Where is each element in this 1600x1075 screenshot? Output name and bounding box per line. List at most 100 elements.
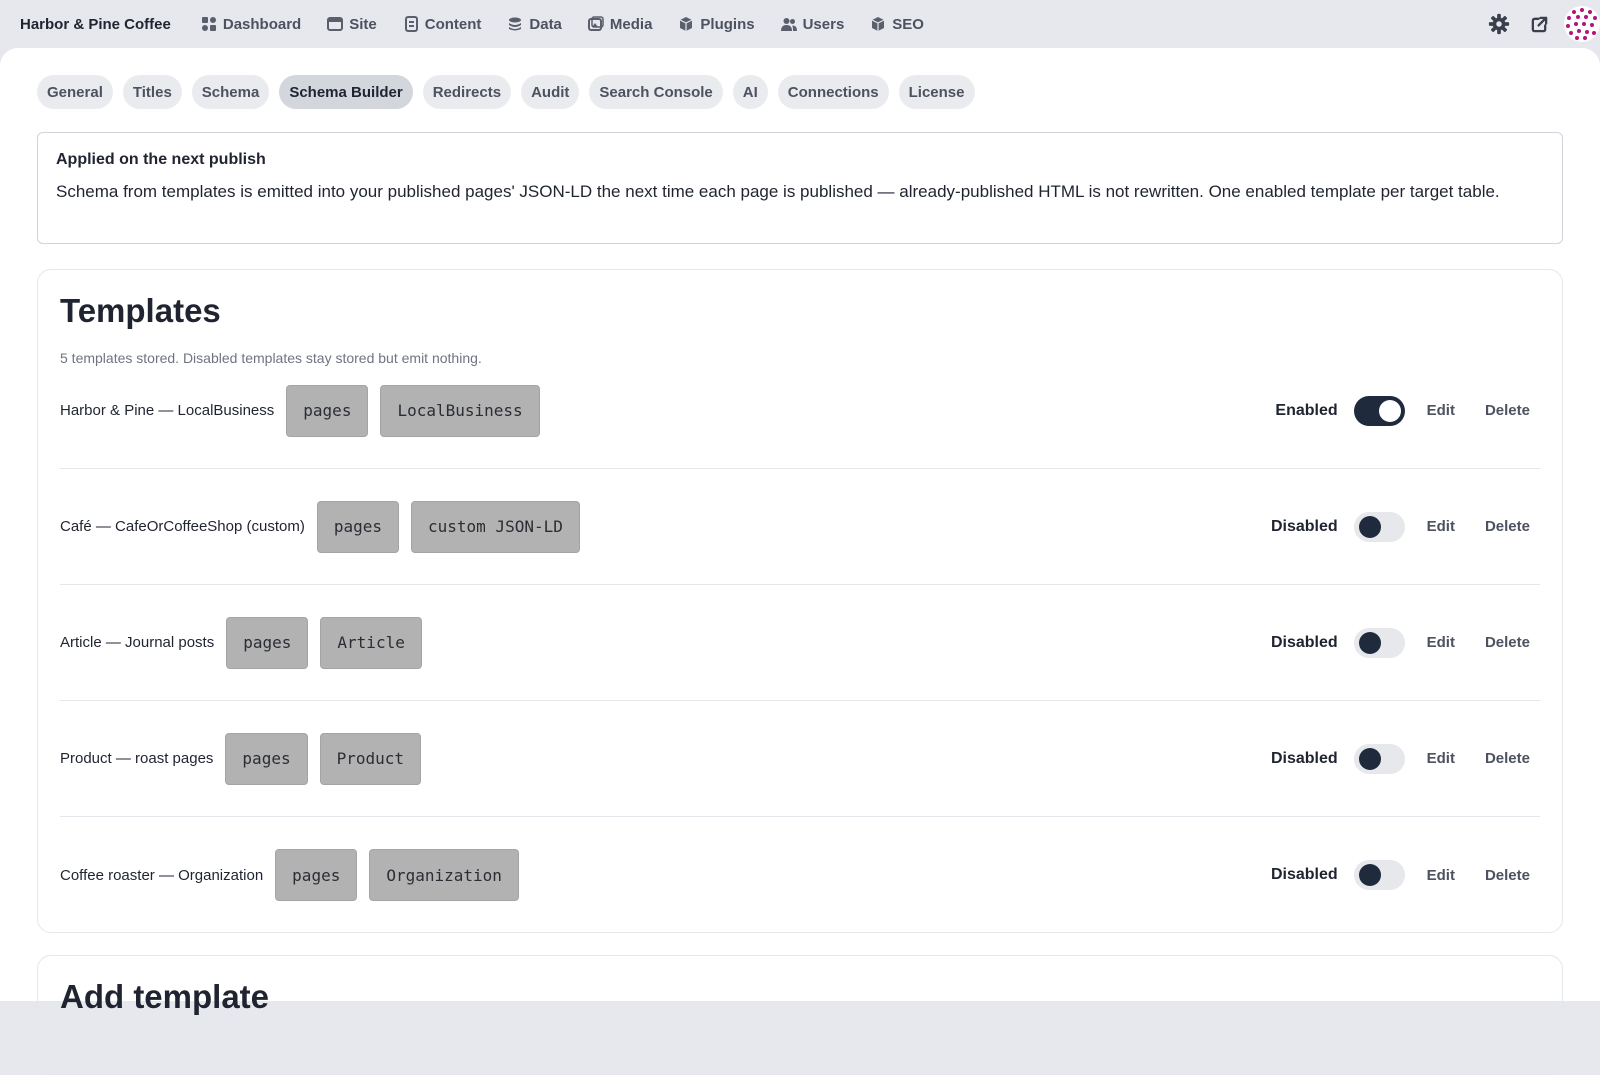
content-icon [404, 16, 418, 32]
delete-button[interactable]: Delete [1485, 518, 1530, 535]
nav-label: Users [802, 15, 845, 33]
nav-label: Dashboard [222, 15, 302, 33]
nav-item-data[interactable]: Data [507, 16, 562, 33]
external-link-icon[interactable] [1528, 13, 1550, 35]
publish-notice: Applied on the next publish Schema from … [37, 132, 1563, 244]
add-template-card: Add template [37, 955, 1563, 1075]
templates-card: Templates 5 templates stored. Disabled t… [37, 269, 1563, 933]
schema-type-chip: custom JSON-LD [411, 500, 580, 553]
edit-button[interactable]: Edit [1427, 634, 1455, 651]
template-name: Product — roast pages [60, 750, 214, 767]
add-template-title: Add template [60, 978, 270, 1015]
row-actions: Disabled Edit Delete [1258, 701, 1540, 816]
delete-button[interactable]: Delete [1485, 867, 1530, 884]
status-label: Disabled [1270, 633, 1338, 651]
edit-button[interactable]: Edit [1427, 402, 1455, 419]
template-row: Coffee roaster — Organization pages Orga… [60, 817, 1540, 933]
toggle-knob [1358, 515, 1381, 538]
tab-license[interactable]: License [898, 75, 975, 109]
target-table-chip: pages [225, 732, 308, 785]
toggle-knob [1358, 631, 1381, 654]
plugin-icon [680, 17, 693, 31]
schema-type-chip: LocalBusiness [380, 384, 540, 437]
template-name: Article — Journal posts [60, 634, 215, 651]
template-row: Product — roast pages pages Product Disa… [60, 701, 1540, 817]
main-panel: General Titles Schema Schema Builder Red… [0, 48, 1600, 1075]
target-table-chip: pages [286, 384, 369, 437]
database-icon [509, 17, 522, 31]
template-name: Café — CafeOrCoffeeShop (custom) [60, 518, 305, 535]
delete-button[interactable]: Delete [1485, 402, 1530, 419]
tab-titles[interactable]: Titles [122, 75, 182, 109]
toggle-knob [1358, 864, 1381, 886]
edit-button[interactable]: Edit [1427, 867, 1455, 884]
tab-schema-builder[interactable]: Schema Builder [279, 75, 413, 109]
tab-ai[interactable]: AI [732, 75, 768, 109]
nav-label: Data [529, 15, 562, 33]
edit-button[interactable]: Edit [1427, 750, 1455, 767]
tab-audit[interactable]: Audit [521, 75, 580, 109]
nav-label: SEO [892, 15, 924, 33]
seo-icon [872, 17, 885, 31]
row-actions: Disabled Edit Delete [1258, 585, 1540, 700]
delete-button[interactable]: Delete [1485, 750, 1530, 767]
main-nav: Dashboard Site Content Data Media Plugin… [201, 16, 924, 33]
enabled-toggle[interactable] [1353, 860, 1405, 890]
schema-type-chip: Article [320, 616, 422, 669]
nav-item-site[interactable]: Site [327, 16, 377, 33]
target-table-chip: pages [226, 616, 309, 669]
template-name: Coffee roaster — Organization [60, 866, 264, 884]
enabled-toggle[interactable] [1353, 743, 1405, 774]
target-table-chip: pages [316, 500, 399, 553]
row-actions: Disabled Edit Delete [1258, 817, 1540, 933]
media-icon [587, 16, 604, 31]
site-icon [327, 17, 344, 31]
notice-body: Schema from templates is emitted into yo… [56, 182, 1500, 201]
nav-item-media[interactable]: Media [587, 15, 653, 33]
edit-button[interactable]: Edit [1427, 518, 1455, 535]
target-table-chip: pages [275, 849, 358, 901]
tab-connections[interactable]: Connections [777, 75, 889, 109]
nav-label: Content [424, 15, 482, 33]
toggle-knob [1358, 747, 1381, 770]
row-actions: Enabled Edit Delete [1258, 353, 1540, 468]
templates-title: Templates [60, 292, 221, 329]
top-navigation-bar: Harbor & Pine Coffee Dashboard Site Cont… [0, 0, 1600, 48]
nav-label: Site [349, 15, 377, 33]
tab-general[interactable]: General [37, 75, 113, 109]
template-row: Article — Journal posts pages Article Di… [60, 585, 1540, 701]
dashboard-icon [201, 17, 216, 31]
enabled-toggle[interactable] [1353, 395, 1405, 426]
template-name: Harbor & Pine — LocalBusiness [60, 402, 275, 419]
top-right-actions [1488, 0, 1600, 48]
status-label: Disabled [1270, 517, 1338, 535]
users-icon [780, 18, 797, 31]
schema-type-chip: Product [319, 732, 422, 785]
enabled-toggle[interactable] [1353, 627, 1405, 658]
avatar[interactable] [1564, 6, 1600, 42]
status-label: Disabled [1270, 866, 1338, 883]
settings-tabs: General Titles Schema Schema Builder Red… [37, 75, 975, 109]
notice-title: Applied on the next publish [56, 151, 266, 168]
status-label: Enabled [1275, 401, 1338, 419]
site-brand[interactable]: Harbor & Pine Coffee [20, 16, 171, 33]
nav-item-content[interactable]: Content [403, 15, 482, 33]
nav-label: Plugins [700, 15, 755, 33]
delete-button[interactable]: Delete [1485, 634, 1530, 651]
template-row: Harbor & Pine — LocalBusiness pages Loca… [60, 353, 1540, 469]
nav-item-users[interactable]: Users [780, 15, 845, 33]
gear-icon[interactable] [1488, 13, 1510, 35]
toggle-knob [1378, 399, 1401, 422]
nav-label: Media [609, 15, 653, 33]
template-row: Café — CafeOrCoffeeShop (custom) pages c… [60, 469, 1540, 585]
tab-redirects[interactable]: Redirects [422, 75, 512, 109]
status-label: Disabled [1270, 749, 1338, 767]
nav-item-dashboard[interactable]: Dashboard [201, 16, 301, 33]
nav-item-plugins[interactable]: Plugins [678, 15, 755, 33]
schema-type-chip: Organization [369, 849, 519, 901]
enabled-toggle[interactable] [1353, 511, 1405, 542]
nav-item-seo[interactable]: SEO [870, 16, 924, 33]
row-actions: Disabled Edit Delete [1258, 469, 1540, 584]
tab-search-console[interactable]: Search Console [589, 75, 723, 109]
tab-schema[interactable]: Schema [191, 75, 270, 109]
